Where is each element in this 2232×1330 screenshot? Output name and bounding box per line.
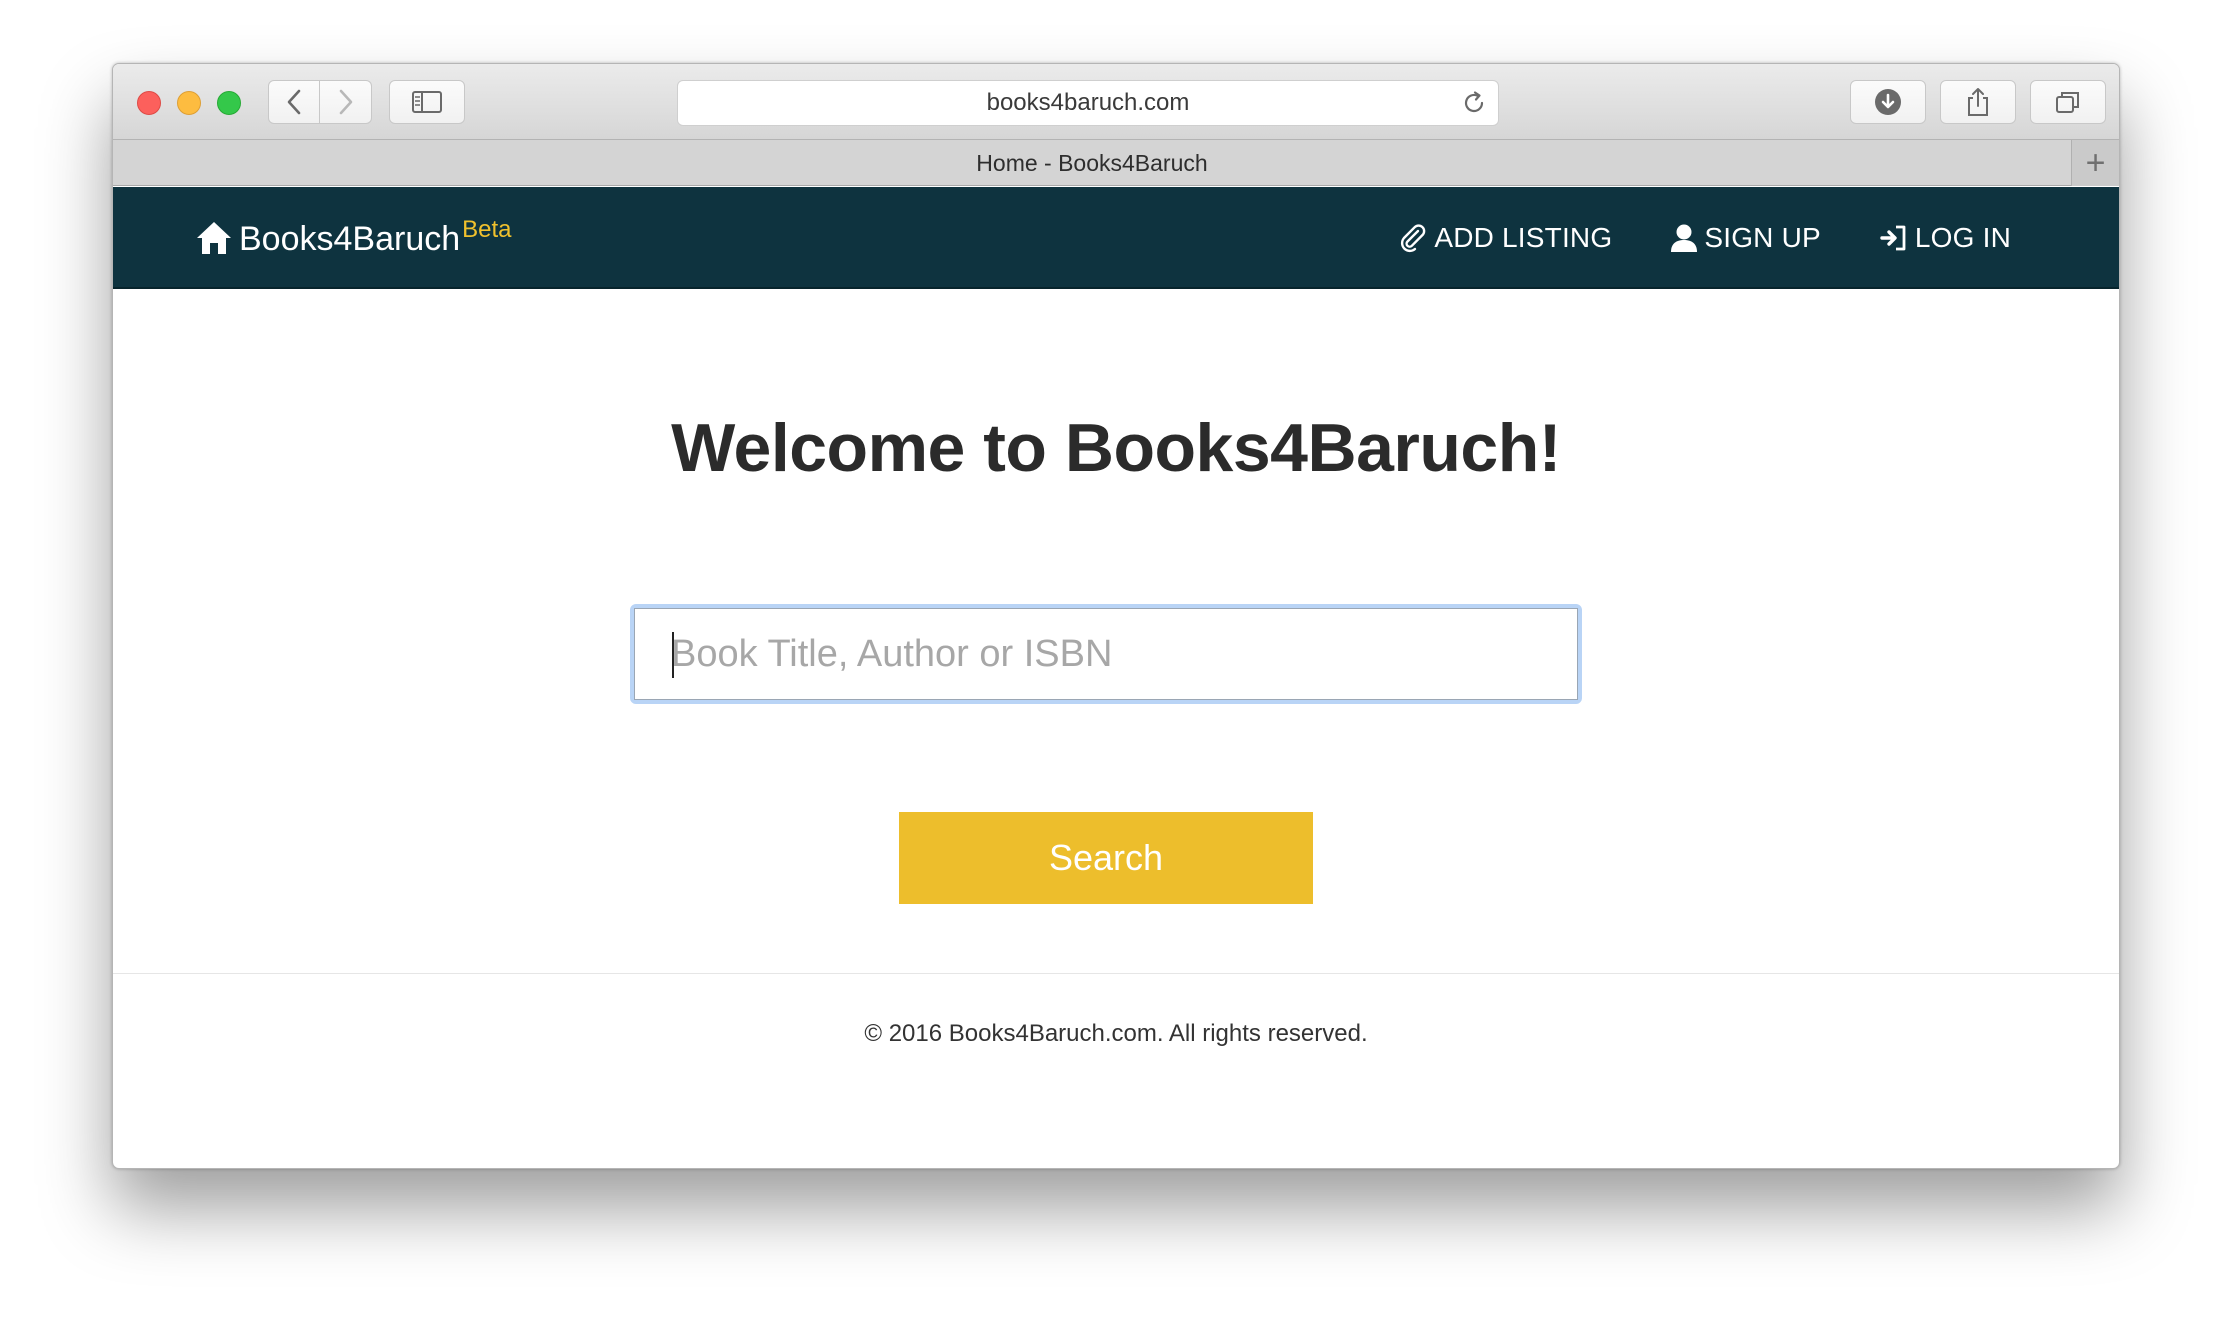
maximize-window-button[interactable] [217,91,241,115]
nav-add-listing-label: ADD LISTING [1434,222,1613,253]
chevron-left-icon [287,89,301,115]
paperclip-icon [1401,224,1426,253]
share-button[interactable] [1940,80,2016,124]
download-icon [1875,89,1901,115]
search-input[interactable] [634,608,1578,700]
sidebar-toggle-button[interactable] [389,80,465,124]
chevron-right-icon [339,89,352,115]
browser-window: books4baruch.com Home - Books4Baruch + B… [112,63,2120,1169]
footer-divider [113,973,2119,974]
footer-copyright: © 2016 Books4Baruch.com. All rights rese… [864,1020,1368,1047]
site-navbar: Books4Baruch Beta ADD LISTING SIGN UP LO… [113,187,2119,289]
page-title: Welcome to Books4Baruch! [671,410,1561,486]
nav-log-in-label: LOG IN [1914,222,2011,253]
log-in-icon [1880,225,1906,251]
nav-sign-up[interactable]: SIGN UP [1670,222,1821,254]
search-button[interactable]: Search [899,812,1313,904]
reload-button[interactable] [1460,89,1488,117]
address-bar[interactable]: books4baruch.com [677,80,1499,126]
brand-link[interactable]: Books4Baruch Beta [195,217,512,261]
home-icon [197,222,231,254]
tabs-overview-icon [2056,92,2079,113]
beta-badge: Beta [462,216,512,243]
sidebar-icon [412,91,442,113]
brand-name: Books4Baruch [239,220,461,258]
tab-title-label: Home - Books4Baruch [976,149,1208,176]
search-field-wrapper [630,604,1582,704]
text-caret [672,632,674,678]
nav-add-listing[interactable]: ADD LISTING [1398,222,1612,254]
forward-button[interactable] [320,80,372,124]
share-icon [1968,88,1988,116]
minimize-window-button[interactable] [177,91,201,115]
downloads-button[interactable] [1850,80,1926,124]
nav-sign-up-label: SIGN UP [1704,222,1821,253]
tab-home[interactable]: Home - Books4Baruch [113,140,2071,186]
tab-bar: Home - Books4Baruch + [113,140,2119,186]
new-tab-button[interactable]: + [2071,140,2119,186]
user-icon [1671,224,1698,252]
close-window-button[interactable] [137,91,161,115]
nav-log-in[interactable]: LOG IN [1879,222,2011,254]
plus-icon: + [2085,143,2106,182]
address-url: books4baruch.com [986,89,1190,116]
browser-toolbar: books4baruch.com [113,64,2119,140]
back-button[interactable] [268,80,320,124]
show-tabs-button[interactable] [2030,80,2106,124]
nav-links: ADD LISTING SIGN UP LOG IN [1340,187,2011,289]
reload-icon [1464,91,1484,113]
